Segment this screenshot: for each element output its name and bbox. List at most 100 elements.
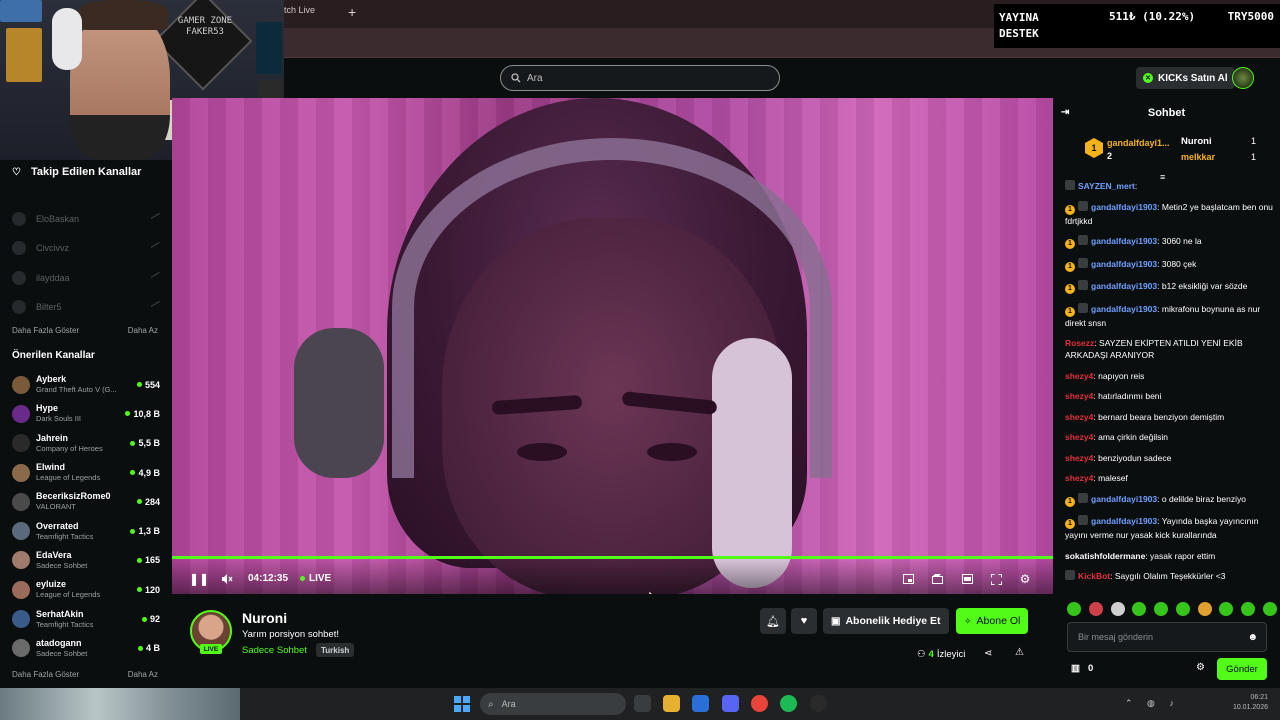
- streamer-name[interactable]: Nuroni: [242, 610, 287, 626]
- chat-username[interactable]: gandalfdayi1903: [1091, 202, 1157, 212]
- chat-username[interactable]: KickBot: [1078, 571, 1110, 581]
- show-more-link[interactable]: Daha Fazla Göster: [12, 326, 79, 335]
- live-indicator[interactable]: LIVE: [300, 573, 331, 584]
- recommended-channel-item[interactable]: Elwind League of Legends 4,9 B: [12, 458, 160, 487]
- recommended-channel-item[interactable]: atadogann Sadece Sohbet 4 B: [12, 634, 160, 663]
- chat-username[interactable]: shezy4: [1065, 453, 1093, 463]
- recommended-channel-item[interactable]: eyluize League of Legends 120: [12, 575, 160, 604]
- emote-icon[interactable]: [1067, 602, 1081, 616]
- chat-username[interactable]: shezy4: [1065, 473, 1093, 483]
- followed-channel-item[interactable]: EloBaskan: [12, 204, 164, 234]
- collapse-chat-icon[interactable]: ⇥: [1061, 107, 1069, 118]
- language-tag[interactable]: Turkish: [316, 643, 355, 657]
- chat-message: 1 gandalfdayi1903: mikrafonu boynuna as n…: [1065, 302, 1275, 329]
- live-dot: [136, 557, 142, 563]
- pip-icon[interactable]: [901, 572, 915, 586]
- send-message-button[interactable]: Gönder: [1217, 658, 1267, 680]
- settings-gear-icon[interactable]: ⚙: [1018, 572, 1032, 586]
- emote-icon[interactable]: [1154, 602, 1169, 616]
- leaderboard-user[interactable]: gandalfdayi1...: [1107, 138, 1170, 148]
- emote-icon[interactable]: [1262, 602, 1277, 616]
- followed-channel-item[interactable]: Bilter5: [12, 293, 164, 323]
- emote-icon[interactable]: [1132, 602, 1147, 616]
- chat-username[interactable]: shezy4: [1065, 391, 1093, 401]
- video-player[interactable]: ❚❚ 04:12:35 LIVE ⚙: [172, 98, 1053, 594]
- gift-subscription-button[interactable]: ▣ Abonelik Hediye Et: [823, 608, 949, 634]
- followed-channel-item[interactable]: ilayddaa: [12, 263, 164, 293]
- discord-icon[interactable]: [722, 695, 739, 712]
- channel-category: Company of Heroes: [36, 443, 103, 453]
- recommended-channel-item[interactable]: Overrated Teamfight Tactics 1,3 B: [12, 516, 160, 545]
- system-clock[interactable]: 06:21 10.01.2026: [1214, 693, 1268, 713]
- show-less-link[interactable]: Daha Az: [128, 326, 158, 335]
- chat-username[interactable]: sokatishfoldermane: [1065, 551, 1145, 561]
- emoji-picker-icon[interactable]: ☻: [1247, 632, 1258, 643]
- recommended-channel-item[interactable]: SerhatAkin Teamfight Tactics 92: [12, 604, 160, 633]
- subscribe-button[interactable]: ✧ Abone Ol: [956, 608, 1029, 634]
- share-icon[interactable]: ⋖: [984, 648, 992, 659]
- stream-category[interactable]: Sadece Sohbet: [242, 645, 307, 656]
- recommended-channel-item[interactable]: Hype Dark Souls III 10,8 B: [12, 399, 160, 428]
- file-explorer-icon[interactable]: [663, 695, 680, 712]
- chat-username[interactable]: gandalfdayi1903: [1091, 236, 1157, 246]
- channel-viewers: 5,5 B: [130, 438, 160, 448]
- chat-username[interactable]: gandalfdayi1903: [1091, 516, 1157, 526]
- live-dot: [125, 411, 131, 417]
- followed-channels-header[interactable]: ♡ Takip Edilen Kanallar: [12, 166, 141, 178]
- chat-username[interactable]: shezy4: [1065, 412, 1093, 422]
- show-less-link[interactable]: Daha Az: [128, 670, 158, 679]
- emote-icon[interactable]: [1241, 602, 1256, 616]
- emote-icon[interactable]: [1175, 602, 1190, 616]
- chat-message: SAYZEN_mert:: [1065, 180, 1275, 192]
- pause-icon[interactable]: ❚❚: [189, 572, 209, 586]
- store-icon[interactable]: [692, 695, 709, 712]
- show-more-link[interactable]: Daha Fazla Göster: [12, 670, 79, 679]
- chat-username[interactable]: gandalfdayi1903: [1091, 304, 1157, 314]
- chat-username[interactable]: gandalfdayi1903: [1091, 494, 1157, 504]
- fullscreen-icon[interactable]: [989, 572, 1003, 586]
- headset: [52, 8, 82, 70]
- obs-icon[interactable]: [810, 695, 827, 712]
- chrome-icon[interactable]: [751, 695, 768, 712]
- emote-icon[interactable]: [1219, 602, 1234, 616]
- mute-icon[interactable]: [220, 572, 234, 586]
- search-placeholder: Ara: [527, 72, 543, 84]
- recommended-channel-item[interactable]: EdaVera Sadece Sohbet 165: [12, 546, 160, 575]
- emote-icon[interactable]: [1088, 602, 1103, 616]
- recommended-channel-item[interactable]: Ayberk Grand Theft Auto V (G... 554: [12, 370, 160, 399]
- system-tray-icons[interactable]: ⌃ ◍ ♪: [1125, 698, 1180, 709]
- chat-settings-icon[interactable]: ⚙: [1196, 662, 1205, 673]
- recommended-channel-item[interactable]: Jahrein Company of Heroes 5,5 B: [12, 429, 160, 458]
- new-tab-icon[interactable]: +: [348, 4, 356, 20]
- follow-heart-icon[interactable]: ♥: [791, 608, 817, 634]
- chat-username[interactable]: gandalfdayi1903: [1091, 281, 1157, 291]
- taskbar-search[interactable]: ⌕ Ara: [480, 693, 626, 715]
- chat-username[interactable]: Rosezz: [1065, 338, 1094, 348]
- windows-start-icon[interactable]: [454, 696, 470, 712]
- buy-kicks-button[interactable]: ✕ KICKs Satın Al: [1136, 67, 1235, 89]
- report-icon[interactable]: ⚠: [1015, 647, 1024, 658]
- browser-tab[interactable]: tch Live: [284, 5, 315, 15]
- notification-bell-icon[interactable]: 🔔︎: [760, 608, 786, 634]
- clip-icon[interactable]: [930, 572, 944, 586]
- emote-icon[interactable]: [1197, 602, 1212, 616]
- chat-username[interactable]: shezy4: [1065, 432, 1093, 442]
- channel-points[interactable]: ▥ 0: [1071, 663, 1093, 674]
- followed-channel-item[interactable]: Civcivvz: [12, 234, 164, 264]
- recommended-channel-item[interactable]: BeceriksizRome0 VALORANT 284: [12, 487, 160, 516]
- chat-username[interactable]: shezy4: [1065, 371, 1093, 381]
- spotify-icon[interactable]: [780, 695, 797, 712]
- emote-icon[interactable]: [1110, 602, 1125, 616]
- channel-viewers: 1,3 B: [130, 526, 160, 536]
- leaderboard-user[interactable]: melkkar: [1181, 152, 1215, 162]
- video-headphone-right: [712, 338, 792, 588]
- theater-mode-icon[interactable]: [960, 572, 974, 586]
- recommended-channels-title: Önerilen Kanallar: [12, 350, 95, 361]
- task-view-icon[interactable]: [634, 695, 651, 712]
- chat-message-input[interactable]: Bir mesaj gönderin ☻: [1067, 622, 1267, 652]
- chat-username[interactable]: gandalfdayi1903: [1091, 259, 1157, 269]
- leaderboard-user[interactable]: Nuroni: [1181, 136, 1212, 147]
- search-input[interactable]: Ara: [500, 65, 780, 91]
- user-avatar[interactable]: [1232, 67, 1254, 89]
- chat-username[interactable]: SAYZEN_mert: [1078, 181, 1135, 191]
